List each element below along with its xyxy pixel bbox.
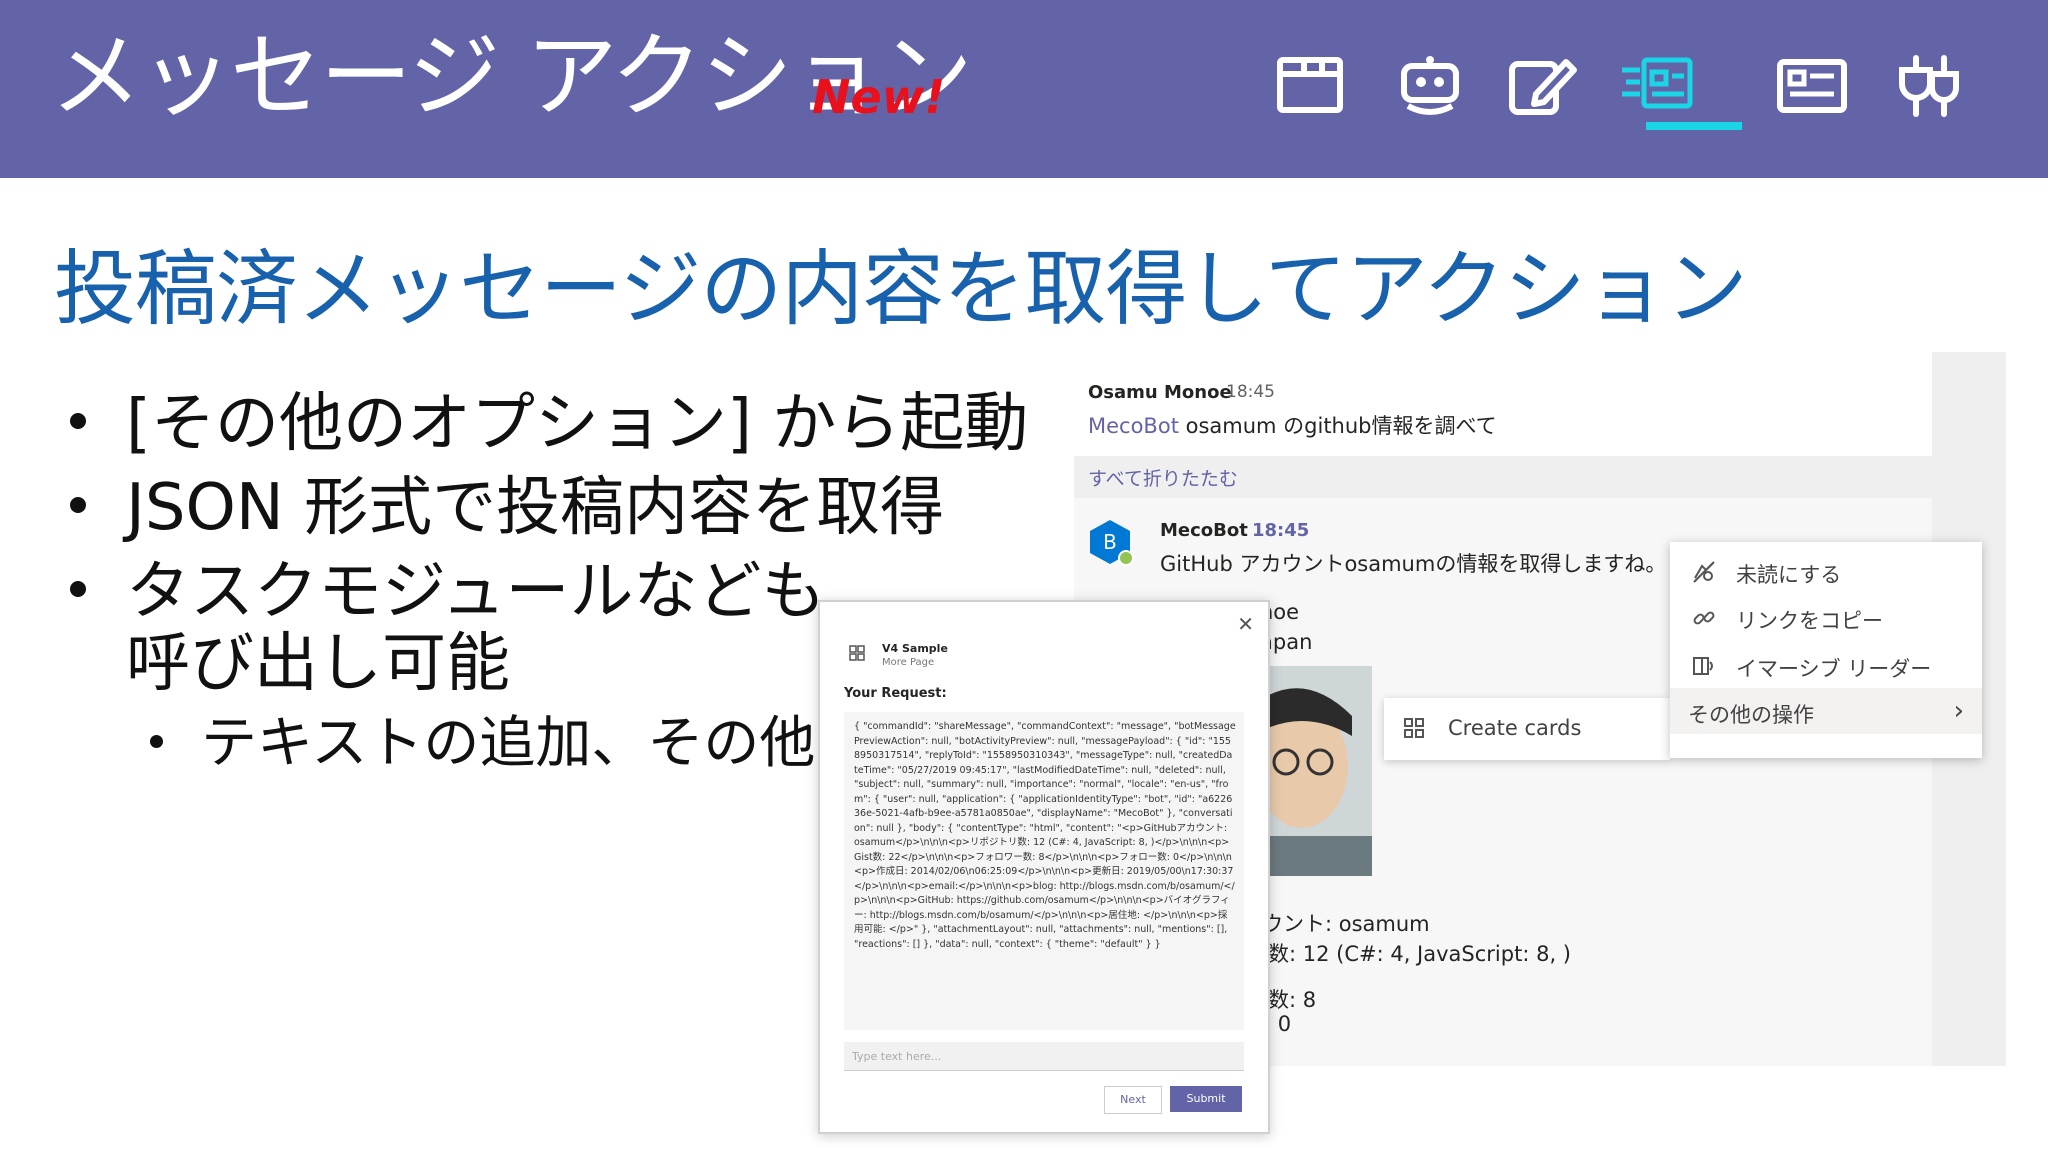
- message-action-icon[interactable]: [1622, 54, 1694, 118]
- sub-bullet-text: テキストの追加、その他: [201, 711, 816, 776]
- app-icon: [1402, 716, 1426, 740]
- bot-avatar: B: [1086, 518, 1134, 566]
- bullet-item-continued: 呼び出し可能: [126, 612, 510, 704]
- message-action-submenu: Create cards: [1384, 698, 1670, 760]
- chevron-right-icon: ›: [1953, 696, 1964, 726]
- message-card[interactable]: Osamu Monoe 18:45 MecoBot osamum のgithub…: [1074, 352, 1932, 456]
- bot-mention[interactable]: MecoBot: [1088, 414, 1179, 438]
- bullet-dot: [70, 497, 86, 514]
- message-time: 18:45: [1226, 382, 1275, 402]
- menu-item-more-actions[interactable]: その他の操作 ›: [1670, 688, 1982, 734]
- header-banner: メッセージ アクション New!: [0, 0, 2048, 178]
- menu-item-label: 未読にする: [1736, 563, 1842, 587]
- more-options-menu: 未読にする リンクをコピー イマーシブ リーダー その他の操作 ›: [1670, 542, 1982, 758]
- create-cards-action[interactable]: Create cards: [1448, 716, 1581, 740]
- bullet-item: JSON 形式で投稿内容を取得: [70, 456, 944, 548]
- compose-edit-icon[interactable]: [1506, 54, 1578, 118]
- request-label: Your Request:: [844, 686, 947, 701]
- bullet-text: 呼び出し可能: [126, 627, 510, 701]
- immersive-reader-icon: [1692, 654, 1716, 678]
- reply-text: GitHub アカウントosamumの情報を取得しますね。: [1160, 552, 1667, 576]
- request-json-box: { "commandId": "shareMessage", "commandC…: [844, 712, 1244, 1030]
- unread-icon: [1692, 560, 1716, 584]
- message-author: Osamu Monoe: [1088, 382, 1232, 403]
- request-json-text: { "commandId": "shareMessage", "commandC…: [854, 721, 1236, 950]
- text-input[interactable]: [844, 1042, 1244, 1070]
- menu-item-mark-unread[interactable]: 未読にする: [1670, 548, 1982, 594]
- bullet-item: [その他のオプション] から起動: [70, 372, 1028, 464]
- message-body: osamum のgithub情報を調べて: [1178, 414, 1497, 438]
- sub-bullet-item: テキストの追加、その他: [150, 698, 815, 779]
- profile-photo: [1262, 666, 1372, 876]
- bullet-text: [その他のオプション] から起動: [126, 387, 1029, 461]
- card-icon[interactable]: [1776, 54, 1848, 118]
- task-module-dialog: ✕ V4 Sample More Page Your Request: { "c…: [818, 600, 1270, 1134]
- card-text-fragment: 数: 8: [1268, 988, 1317, 1012]
- dialog-app-subtitle: More Page: [882, 657, 935, 668]
- close-icon[interactable]: ✕: [1237, 612, 1254, 636]
- menu-item-label: リンクをコピー: [1736, 609, 1883, 633]
- card-text-fragment: 数: 12 (C#: 4, JavaScript: 8, ): [1268, 942, 1571, 966]
- avatar-letter: B: [1103, 530, 1117, 554]
- tab-icon[interactable]: [1274, 54, 1346, 118]
- collapse-all-link[interactable]: すべて折りたたむ: [1088, 464, 1238, 491]
- connector-icon[interactable]: [1894, 54, 1966, 118]
- card-text-fragment: ウント: osamum: [1262, 912, 1430, 936]
- bullet-dot: [70, 413, 86, 430]
- bullet-dot: [70, 581, 86, 598]
- bullet-dot: [150, 735, 163, 749]
- new-badge: New!: [812, 70, 946, 124]
- active-nav-indicator: [1646, 122, 1742, 130]
- app-icon: [848, 644, 866, 662]
- menu-item-label: イマーシブ リーダー: [1736, 657, 1932, 681]
- slide-heading: 投稿済メッセージの内容を取得してアクション: [54, 242, 1748, 337]
- link-icon: [1692, 606, 1716, 630]
- next-button[interactable]: Next: [1104, 1086, 1162, 1114]
- reply-author: MecoBot: [1160, 520, 1248, 541]
- dialog-app-name: V4 Sample: [882, 642, 948, 655]
- menu-item-label: その他の操作: [1688, 703, 1814, 727]
- message-text: MecoBot osamum のgithub情報を調べて: [1088, 410, 1497, 440]
- bot-icon[interactable]: [1394, 54, 1466, 118]
- reply-time: 18:45: [1252, 520, 1310, 541]
- text-input-container: [844, 1042, 1244, 1071]
- menu-item-immersive-reader[interactable]: イマーシブ リーダー: [1670, 642, 1982, 688]
- menu-item-copy-link[interactable]: リンクをコピー: [1670, 594, 1982, 640]
- submit-button[interactable]: Submit: [1170, 1086, 1242, 1112]
- bullet-text: JSON 形式で投稿内容を取得: [126, 471, 945, 545]
